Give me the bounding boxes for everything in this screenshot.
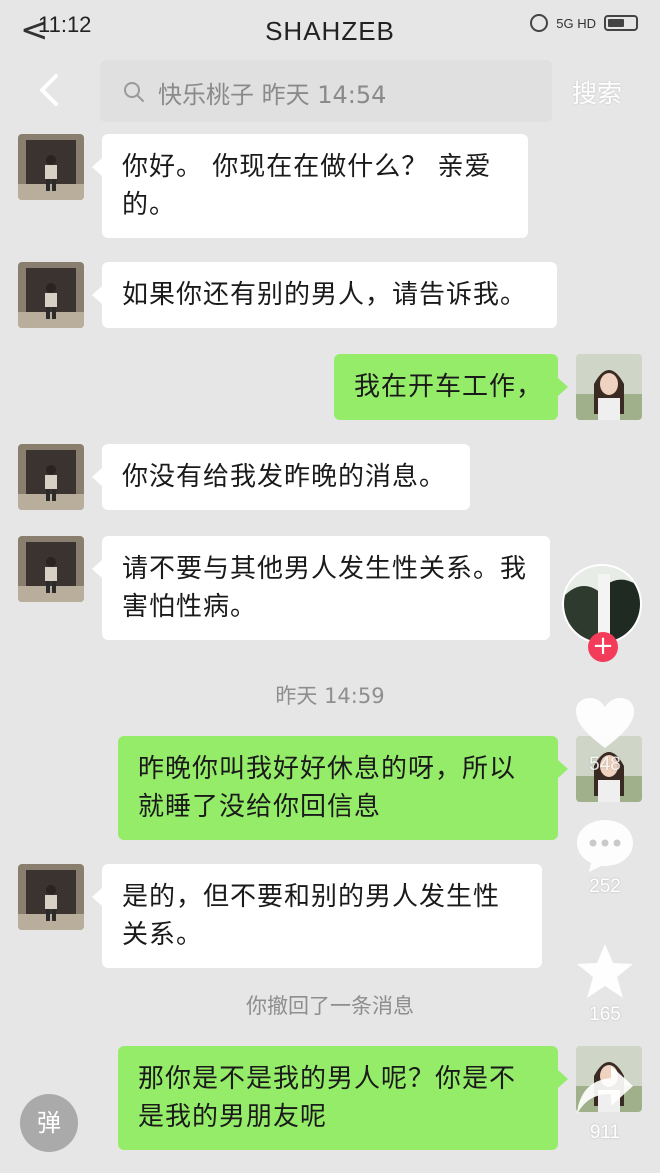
share-arrow-icon (577, 1066, 633, 1114)
network-label: 5G HD (556, 15, 596, 31)
chat-timestamp: 昨天 14:59 (275, 684, 385, 708)
contact-avatar[interactable] (18, 536, 84, 602)
battery-icon (604, 15, 638, 31)
message-bubble-incoming[interactable]: 你没有给我发昨晚的消息。 (92, 444, 470, 510)
star-icon (577, 944, 633, 998)
message-bubble-incoming[interactable]: 你好。 你现在在做什么？ 亲爱的。 (92, 134, 528, 238)
message-bubble-incoming[interactable]: 是的，但不要和别的男人发生性关系。 (92, 864, 542, 968)
share-button[interactable]: 911 (572, 1064, 638, 1144)
message-bubble-outgoing[interactable]: 我在开车工作， (334, 354, 568, 420)
like-button[interactable]: 548 (572, 696, 638, 776)
chat-search-bar: 快乐桃子 昨天 14:54 搜索 (0, 58, 660, 124)
status-bar: < 11:12 SHAHZEB 5G HD (0, 0, 660, 56)
heart-icon (576, 698, 634, 748)
search-query: 快乐桃子 昨天 14:54 (158, 81, 387, 109)
contact-avatar[interactable] (18, 134, 84, 200)
like-count: 548 (589, 754, 621, 775)
comment-count: 252 (589, 876, 621, 897)
message-bubble-incoming[interactable]: 如果你还有别的男人，请告诉我。 (92, 262, 557, 328)
search-input[interactable]: 快乐桃子 昨天 14:54 (100, 60, 552, 122)
contact-avatar[interactable] (18, 262, 84, 328)
comment-icon (577, 820, 633, 872)
comment-button[interactable]: 252 (572, 818, 638, 898)
message-bubble-incoming[interactable]: 请不要与其他男人发生性关系。我害怕性病。 (92, 536, 550, 640)
message-bubble-outgoing[interactable]: 那你是不是我的男人呢？你是不是我的男朋友呢 (118, 1046, 568, 1150)
recall-note: 你撤回了一条消息 (246, 994, 414, 1018)
my-avatar[interactable] (576, 354, 642, 420)
contact-avatar[interactable] (18, 864, 84, 930)
status-icons: 5G HD (530, 14, 638, 32)
favorite-button[interactable]: 165 (572, 942, 638, 1026)
search-button[interactable]: 搜索 (572, 74, 622, 110)
message-bubble-outgoing[interactable]: 昨晚你叫我好好休息的呀，所以就睡了没给你回信息 (118, 736, 568, 840)
share-count: 911 (589, 1122, 621, 1143)
follow-button[interactable]: + (588, 632, 618, 662)
danmu-toggle-button[interactable]: 弹 (20, 1094, 78, 1152)
alarm-icon (530, 14, 549, 32)
contact-avatar[interactable] (18, 444, 84, 510)
favorite-count: 165 (589, 1004, 621, 1025)
search-icon (124, 82, 144, 102)
back-chevron-icon[interactable] (30, 70, 70, 110)
